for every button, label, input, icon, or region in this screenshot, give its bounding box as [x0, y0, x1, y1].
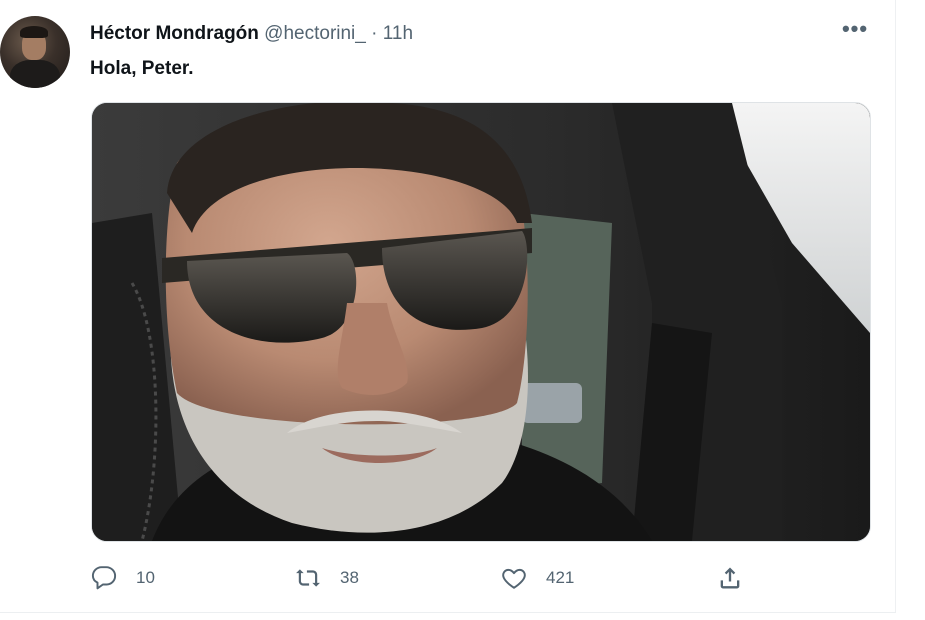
- share-button[interactable]: [716, 560, 744, 596]
- like-count: 421: [546, 568, 575, 587]
- tweet-card[interactable]: Héctor Mondragón @hectorini_ · 11h ••• H…: [0, 0, 896, 612]
- tweet-text-part: .: [188, 58, 194, 79]
- retweet-button[interactable]: 38: [294, 560, 359, 596]
- page-gutter: [896, 0, 925, 620]
- tweet-text: Hola, Peter.: [90, 56, 194, 82]
- like-button[interactable]: 421: [500, 560, 574, 596]
- tweet-text-part: Peter: [141, 58, 189, 79]
- more-options-icon[interactable]: •••: [840, 18, 870, 46]
- share-icon: [716, 564, 744, 592]
- tweet-text-part: Hola: [90, 58, 132, 79]
- heart-icon: [500, 564, 528, 592]
- reply-icon: [90, 564, 118, 592]
- display-name[interactable]: Héctor Mondragón: [90, 23, 259, 44]
- tweet-actions: 10 38 421: [0, 560, 895, 596]
- tweet-text-part: ,: [131, 58, 142, 79]
- retweet-icon: [294, 564, 322, 592]
- timestamp[interactable]: 11h: [383, 23, 413, 44]
- tweet-header: Héctor Mondragón @hectorini_ · 11h: [90, 21, 413, 47]
- avatar-body: [10, 60, 60, 88]
- selfie-photo-icon: [92, 103, 870, 541]
- avatar[interactable]: [0, 16, 70, 88]
- reply-button[interactable]: 10: [90, 560, 155, 596]
- tweet-media-photo[interactable]: [91, 102, 871, 542]
- separator-dot: ·: [371, 23, 378, 44]
- divider: [0, 612, 896, 613]
- avatar-hair: [20, 26, 48, 38]
- user-handle[interactable]: @hectorini_: [264, 23, 366, 44]
- retweet-count: 38: [340, 568, 359, 587]
- reply-count: 10: [136, 568, 155, 587]
